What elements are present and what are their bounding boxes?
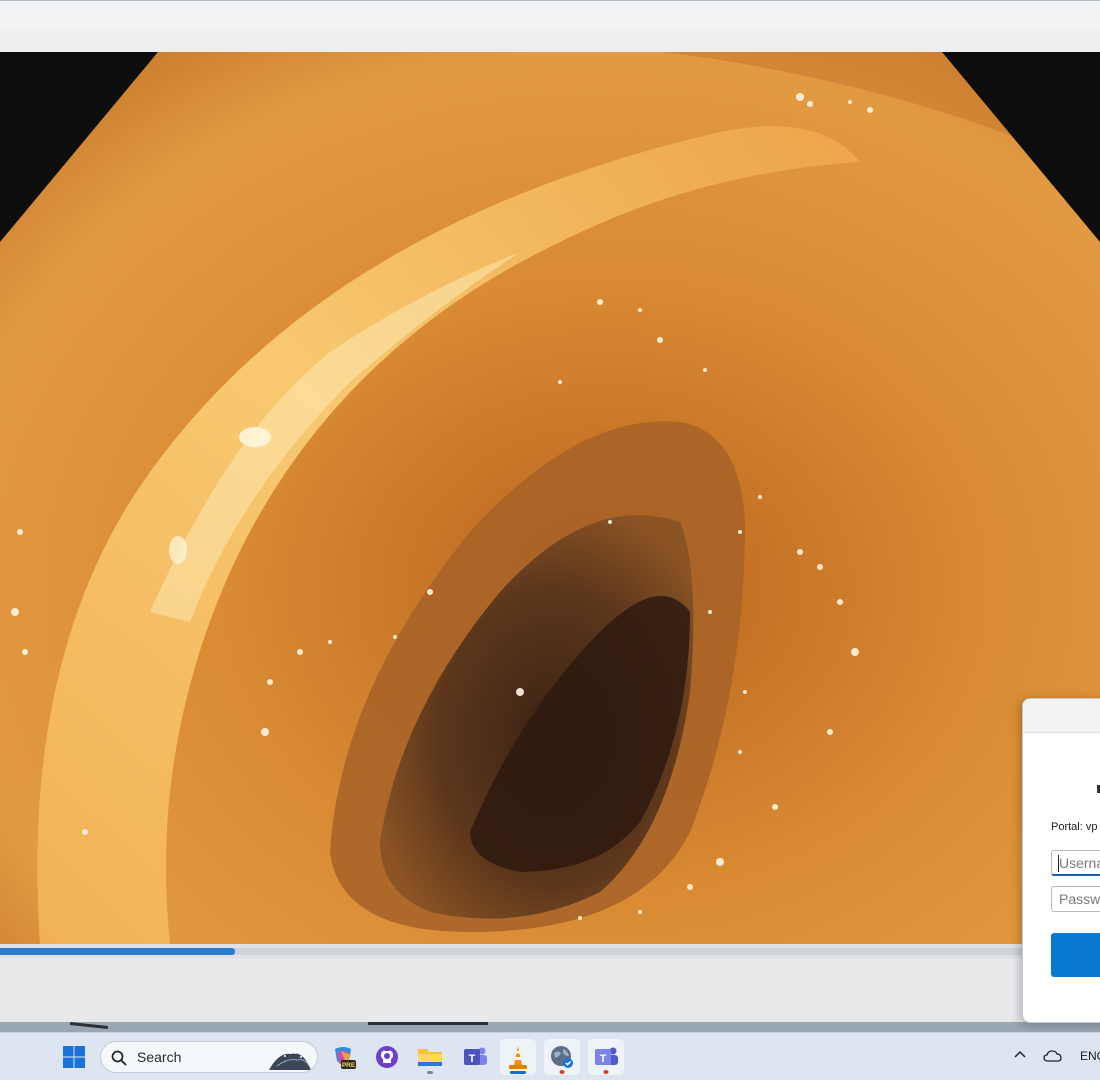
player-controls-area	[0, 958, 1100, 1022]
file-explorer-icon	[418, 1049, 442, 1066]
taskbar-vpn-client[interactable]	[544, 1039, 580, 1075]
teams-classic-icon: T	[464, 1047, 487, 1065]
github-desktop-icon	[376, 1046, 398, 1068]
notification-indicator	[559, 1070, 565, 1074]
notification-indicator	[603, 1070, 609, 1074]
seek-bar-progress[interactable]	[0, 948, 236, 955]
desktop-background-detail	[368, 1022, 488, 1025]
window-titlebar[interactable]	[0, 0, 1100, 31]
teams-icon: T	[595, 1047, 618, 1065]
password-field[interactable]	[1051, 886, 1100, 912]
taskbar-github-desktop[interactable]	[369, 1039, 405, 1075]
dialog-header	[1023, 699, 1100, 733]
chevron-up-icon[interactable]	[1012, 1047, 1028, 1061]
taskbar-vlc[interactable]	[500, 1039, 536, 1075]
vpn-login-dialog: Portal: vp	[1022, 698, 1100, 1023]
window-toolbar	[0, 31, 1100, 52]
windows-start-icon	[63, 1046, 85, 1068]
vlc-player-icon	[509, 1046, 527, 1069]
language-indicator[interactable]: ENG	[1080, 1049, 1100, 1063]
video-viewport[interactable]	[0, 52, 1100, 944]
onedrive-cloud-icon[interactable]	[1043, 1049, 1063, 1063]
svg-text:T: T	[469, 1053, 476, 1065]
taskbar-copilot[interactable]: PRE	[325, 1039, 361, 1075]
start-button[interactable]	[56, 1039, 92, 1075]
taskbar-file-explorer[interactable]	[412, 1039, 448, 1075]
taskbar-teams[interactable]: T	[588, 1039, 624, 1075]
search-icon	[111, 1050, 127, 1066]
text-caret	[1058, 855, 1059, 872]
active-window-indicator	[510, 1071, 526, 1074]
search-highlight-art-icon	[269, 1052, 311, 1070]
copilot-pre-icon: PRE	[335, 1047, 356, 1069]
taskbar-teams-classic[interactable]: T	[457, 1039, 493, 1075]
svg-text:T: T	[600, 1053, 607, 1065]
taskbar-search-box[interactable]: Search	[100, 1041, 318, 1073]
running-indicator	[427, 1071, 433, 1074]
search-placeholder: Search	[137, 1049, 182, 1065]
taskbar: Search PRE T T EN	[0, 1032, 1100, 1080]
desktop-background	[0, 1022, 1100, 1032]
endoscopy-frame-image	[0, 52, 1100, 944]
portal-label: Portal: vp	[1051, 821, 1098, 833]
svg-text:PRE: PRE	[342, 1062, 356, 1069]
vpn-globe-icon	[551, 1046, 573, 1068]
connect-button[interactable]	[1051, 933, 1100, 977]
